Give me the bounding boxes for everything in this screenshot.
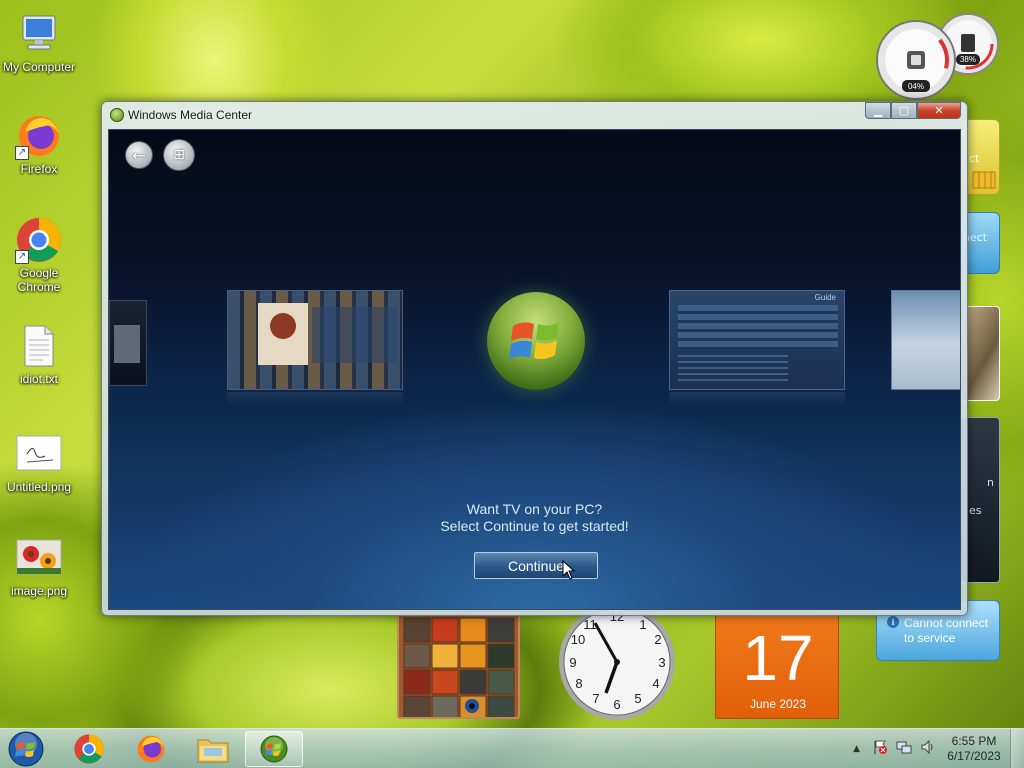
show-desktop-button[interactable] xyxy=(1010,729,1024,768)
desktop-icon-chrome[interactable]: ↗ Google Chrome xyxy=(0,216,78,294)
desktop-icon-idiot-txt[interactable]: idiot.txt xyxy=(0,322,78,386)
calendar-month-year: June 2023 xyxy=(749,697,807,711)
desktop-icon-label: image.png xyxy=(10,584,68,598)
volume-icon[interactable] xyxy=(920,739,936,759)
minimize-icon: ▁ xyxy=(873,104,883,117)
carousel-reflection xyxy=(669,392,845,406)
carousel-tile-left-partial[interactable] xyxy=(109,300,147,386)
svg-text:2: 2 xyxy=(654,632,661,647)
desktop-icon-label: idiot.txt xyxy=(19,372,58,386)
action-center-flag-icon[interactable] xyxy=(872,739,888,759)
clock-gadget[interactable]: 12 1 2 3 4 5 6 7 8 9 10 11 xyxy=(554,604,681,722)
desktop-icon-label: Google Chrome xyxy=(17,266,61,294)
media-center-start-orb[interactable] xyxy=(487,292,585,390)
shortcut-arrow-icon: ↗ xyxy=(15,146,29,160)
start-orb-icon xyxy=(8,731,44,767)
back-arrow-icon: ← xyxy=(132,145,146,165)
svg-text:9: 9 xyxy=(569,655,576,670)
taskbar-file-explorer[interactable] xyxy=(186,731,240,767)
close-button[interactable]: ✕ xyxy=(917,102,961,119)
carousel-tile-music[interactable] xyxy=(227,290,403,390)
desktop-icon-firefox[interactable]: ↗ Firefox xyxy=(0,112,78,176)
mouse-cursor-icon xyxy=(562,560,576,580)
media-center-window[interactable]: Windows Media Center ▁ ▢ ✕ ← ⊞ Guide Wan… xyxy=(101,101,968,616)
svg-text:7: 7 xyxy=(592,691,599,706)
rss-feed-message: Cannot connect to service xyxy=(904,616,989,645)
guide-grid xyxy=(678,305,838,349)
media-center-content: ← ⊞ Guide Want TV on your PC? Select Con… xyxy=(108,129,961,610)
calendar-day-number: 17 xyxy=(742,622,814,694)
continue-button[interactable]: Continue xyxy=(474,552,598,579)
start-button[interactable] xyxy=(2,731,50,767)
svg-text:5: 5 xyxy=(634,691,641,706)
svg-text:8: 8 xyxy=(575,676,582,691)
desktop-icon-image-png[interactable]: image.png xyxy=(0,534,78,598)
clock-date: 6/17/2023 xyxy=(947,749,1001,763)
weather-gadget-text: ct xyxy=(969,152,980,165)
promo-line-1: Want TV on your PC? xyxy=(466,501,603,517)
desktop-icon-label: My Computer xyxy=(2,60,76,74)
desktop-icon-my-computer[interactable]: My Computer xyxy=(0,10,78,74)
svg-text:4: 4 xyxy=(652,676,659,691)
computer-icon xyxy=(15,10,63,58)
puzzle-tiles xyxy=(403,617,515,717)
cpu-value: 04% xyxy=(907,82,924,91)
firefox-icon xyxy=(137,735,165,763)
taskbar-media-center[interactable] xyxy=(245,731,303,767)
cpu-meter-gadget[interactable]: 04% 38% xyxy=(874,8,1000,100)
firefox-icon: ↗ xyxy=(15,112,63,160)
guide-header: Guide xyxy=(814,293,836,302)
guide-details xyxy=(678,355,788,381)
taskbar-firefox[interactable] xyxy=(124,731,178,767)
taskbar: ▲ 6:55 PM 6/17/2023 xyxy=(0,728,1024,768)
carousel-reflection xyxy=(227,392,403,406)
carousel-tile-right-partial[interactable] xyxy=(891,290,960,390)
memory-value: 38% xyxy=(959,55,976,64)
taskbar-chrome[interactable] xyxy=(62,731,116,767)
clock-time: 6:55 PM xyxy=(951,734,997,748)
image-file-icon xyxy=(15,430,63,478)
folder-icon xyxy=(197,739,229,763)
chrome-icon xyxy=(74,734,104,764)
desktop-icon-untitled-png[interactable]: Untitled.png xyxy=(0,430,78,494)
svg-text:3: 3 xyxy=(658,655,665,670)
calendar-gadget[interactable]: 17 June 2023 xyxy=(715,612,839,719)
window-title: Windows Media Center xyxy=(128,108,253,122)
promo-text: Want TV on your PC? Select Continue to g… xyxy=(109,501,960,535)
image-file-icon xyxy=(15,534,63,582)
carousel-tile-guide[interactable]: Guide xyxy=(669,290,845,390)
svg-text:6: 6 xyxy=(613,697,620,712)
text-file-icon xyxy=(15,322,63,370)
close-icon: ✕ xyxy=(934,104,944,117)
weather-sun-icon xyxy=(972,171,996,189)
desktop-icon-label: Untitled.png xyxy=(6,480,72,494)
maximize-button[interactable]: ▢ xyxy=(891,102,917,119)
windows-flag-icon xyxy=(509,322,559,359)
svg-text:1: 1 xyxy=(639,617,646,632)
chrome-icon: ↗ xyxy=(15,216,63,264)
album-grid-overlay xyxy=(312,307,398,363)
feed-gadget-text-1: n xyxy=(987,476,994,489)
system-tray: ▲ 6:55 PM 6/17/2023 xyxy=(853,729,1024,768)
shortcut-arrow-icon: ↗ xyxy=(15,250,29,264)
media-center-icon xyxy=(260,735,288,763)
svg-text:10: 10 xyxy=(571,632,585,647)
info-icon: i xyxy=(887,616,899,628)
media-center-icon xyxy=(110,108,124,122)
album-art-thumbnail xyxy=(258,303,308,365)
promo-line-2: Select Continue to get started! xyxy=(440,518,629,534)
windows-logo-icon: ⊞ xyxy=(173,147,185,163)
window-titlebar[interactable]: Windows Media Center ▁ ▢ ✕ xyxy=(102,102,967,128)
desktop-icon-label: Firefox xyxy=(20,162,58,176)
show-hidden-icons-button[interactable]: ▲ xyxy=(853,744,860,754)
taskbar-clock[interactable]: 6:55 PM 6/17/2023 xyxy=(942,734,1006,764)
minimize-button[interactable]: ▁ xyxy=(865,102,891,119)
back-button[interactable]: ← xyxy=(125,141,153,169)
feed-gadget-text-2: es xyxy=(969,504,982,517)
maximize-icon: ▢ xyxy=(898,104,910,117)
network-icon[interactable] xyxy=(896,739,912,759)
media-center-home-button[interactable]: ⊞ xyxy=(163,139,195,171)
picture-puzzle-gadget[interactable] xyxy=(397,612,520,719)
device-thumbnail xyxy=(114,325,140,363)
